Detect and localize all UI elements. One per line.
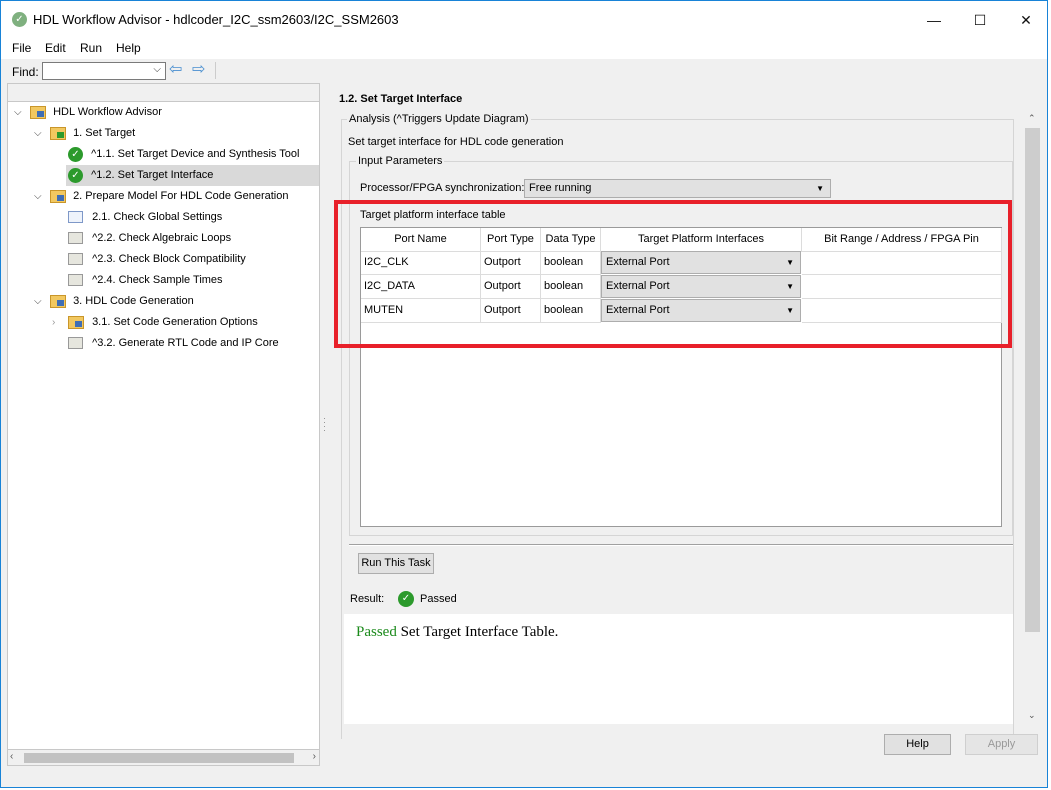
task-list-icon xyxy=(68,274,83,287)
result-panel: Passed Set Target Interface Table. xyxy=(344,614,1013,724)
apply-button[interactable]: Apply xyxy=(965,734,1038,755)
tree-item-set-target-device[interactable]: ✓ ^1.1. Set Target Device and Synthesis … xyxy=(8,144,319,165)
task-list-icon xyxy=(68,232,83,245)
window: ✓ HDL Workflow Advisor - hdlcoder_I2C_ss… xyxy=(0,0,1048,788)
menu-edit[interactable]: Edit xyxy=(45,41,66,55)
dropdown-arrow-icon: ▼ xyxy=(816,184,824,193)
tree-item-check-global-settings[interactable]: 2.1. Check Global Settings xyxy=(8,207,222,228)
tree-item-label: 3.1. Set Code Generation Options xyxy=(92,316,258,328)
input-parameters-label: Input Parameters xyxy=(356,155,445,167)
tree-header xyxy=(7,83,320,101)
scroll-left-icon[interactable]: ‹ xyxy=(10,751,13,762)
find-label: Find: xyxy=(12,65,39,79)
result-message: Passed Set Target Interface Table. xyxy=(356,624,558,641)
menu-file[interactable]: File xyxy=(12,41,31,55)
find-input[interactable]: ⌵ xyxy=(42,62,166,80)
tree-item-check-algebraic-loops[interactable]: ^2.2. Check Algebraic Loops xyxy=(8,228,231,249)
tree-item-label: ^3.2. Generate RTL Code and IP Core xyxy=(92,337,279,349)
check-circle-icon: ✓ xyxy=(68,167,83,183)
vertical-scrollbar[interactable]: ⌃ ⌄ xyxy=(1023,111,1041,723)
check-circle-icon: ✓ xyxy=(398,591,414,607)
folder-icon xyxy=(50,294,66,308)
tree-item-label: 2. Prepare Model For HDL Code Generation xyxy=(73,190,289,202)
highlight-box xyxy=(334,200,1012,348)
menu-help[interactable]: Help xyxy=(116,41,141,55)
task-list-icon xyxy=(68,337,83,350)
folder-icon xyxy=(30,105,46,119)
result-label: Result: xyxy=(350,593,385,605)
result-message-status: Passed xyxy=(356,624,397,640)
task-list-icon xyxy=(68,253,83,266)
toolbar-separator xyxy=(215,62,216,79)
tree-item-label: 2.1. Check Global Settings xyxy=(92,211,223,223)
analysis-label: Analysis (^Triggers Update Diagram) xyxy=(347,113,531,125)
task-tree: ⌵ HDL Workflow Advisor ⌵ 1. Set Target ✓… xyxy=(7,101,320,766)
chevron-down-icon[interactable]: ⌵ xyxy=(34,123,46,144)
scroll-up-icon[interactable]: ⌃ xyxy=(1028,113,1036,124)
chevron-down-icon[interactable]: ⌵ xyxy=(14,102,26,123)
scrollbar-thumb[interactable] xyxy=(24,753,294,763)
minimize-button[interactable]: — xyxy=(911,5,957,35)
page-title: 1.2. Set Target Interface xyxy=(339,93,463,105)
task-description: Set target interface for HDL code genera… xyxy=(348,136,564,148)
sync-label: Processor/FPGA synchronization: xyxy=(360,182,525,194)
tree-item-hdl-workflow-advisor[interactable]: ⌵ HDL Workflow Advisor xyxy=(8,102,319,123)
tree-item-check-sample-times[interactable]: ^2.4. Check Sample Times xyxy=(8,270,223,291)
folder-icon xyxy=(50,189,66,203)
chevron-down-icon[interactable]: ⌵ xyxy=(34,291,46,312)
tree-item-prepare-model[interactable]: ⌵ 2. Prepare Model For HDL Code Generati… xyxy=(8,186,319,207)
tree-item-label: ^1.2. Set Target Interface xyxy=(91,169,214,181)
menu-run[interactable]: Run xyxy=(80,41,102,55)
tree-item-label: ^1.1. Set Target Device and Synthesis To… xyxy=(91,148,300,160)
arrow-right-icon[interactable]: ⇨ xyxy=(192,62,210,78)
sync-value: Free running xyxy=(529,182,592,194)
run-this-task-button[interactable]: Run This Task xyxy=(358,553,434,574)
menu-bar xyxy=(1,39,1047,59)
scroll-right-icon[interactable]: › xyxy=(313,751,316,762)
sync-select[interactable]: Free running ▼ xyxy=(524,179,831,198)
help-button[interactable]: Help xyxy=(884,734,951,755)
tree-item-label: ^2.4. Check Sample Times xyxy=(92,274,223,286)
tree-item-set-code-generation-options[interactable]: › 3.1. Set Code Generation Options xyxy=(8,312,319,333)
tree-item-generate-rtl-code[interactable]: ^3.2. Generate RTL Code and IP Core xyxy=(8,333,279,354)
tree-item-label: 3. HDL Code Generation xyxy=(73,295,194,307)
chevron-down-icon[interactable]: ⌵ xyxy=(34,186,46,207)
scroll-down-icon[interactable]: ⌄ xyxy=(1028,710,1036,721)
tree-item-label: ^2.3. Check Block Compatibility xyxy=(92,253,246,265)
tree-item-label: ^2.2. Check Algebraic Loops xyxy=(92,232,232,244)
window-title: HDL Workflow Advisor - hdlcoder_I2C_ssm2… xyxy=(33,12,399,27)
arrow-left-icon[interactable]: ⇦ xyxy=(169,62,187,78)
chevron-down-icon[interactable]: ⌵ xyxy=(153,64,161,75)
tree-item-label: HDL Workflow Advisor xyxy=(53,106,162,118)
tree-item-hdl-code-generation[interactable]: ⌵ 3. HDL Code Generation xyxy=(8,291,319,312)
horizontal-scrollbar[interactable]: ‹ › xyxy=(7,749,320,766)
close-button[interactable]: ✕ xyxy=(1003,5,1049,35)
splitter-handle[interactable]: · · · · xyxy=(323,414,326,435)
maximize-button[interactable]: ☐ xyxy=(957,5,1003,35)
scrollbar-thumb[interactable] xyxy=(1025,128,1040,632)
tree-item-label: 1. Set Target xyxy=(73,127,136,139)
tree-item-check-block-compatibility[interactable]: ^2.3. Check Block Compatibility xyxy=(8,249,246,270)
task-list-icon xyxy=(68,211,83,224)
divider xyxy=(349,544,1013,546)
tree-item-set-target[interactable]: ⌵ 1. Set Target xyxy=(8,123,319,144)
folder-icon xyxy=(68,315,84,329)
title-bar: ✓ HDL Workflow Advisor - hdlcoder_I2C_ss… xyxy=(1,1,1047,39)
result-status: Passed xyxy=(420,593,457,605)
check-circle-icon: ✓ xyxy=(68,146,83,162)
result-message-text: Set Target Interface Table. xyxy=(396,624,559,640)
app-icon: ✓ xyxy=(12,12,27,27)
folder-check-icon xyxy=(50,126,66,140)
tree-item-set-target-interface[interactable]: ✓ ^1.2. Set Target Interface xyxy=(66,165,319,186)
chevron-right-icon[interactable]: › xyxy=(52,312,64,333)
